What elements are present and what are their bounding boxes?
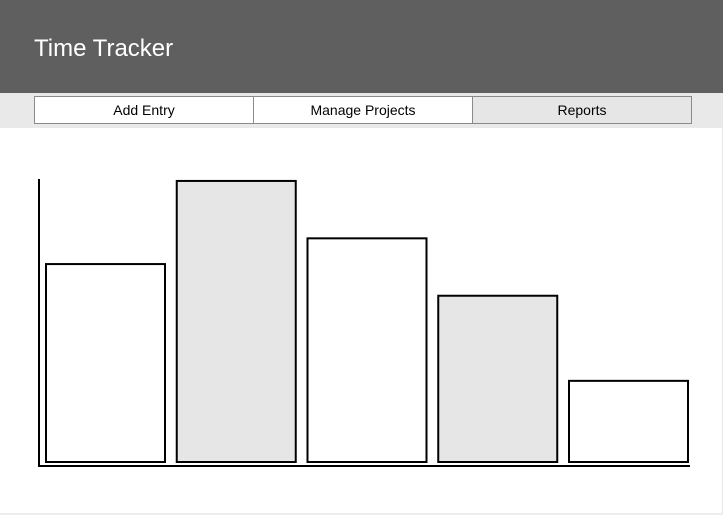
hours-bar-chart [38, 179, 690, 467]
chart-bar-1 [45, 263, 166, 463]
chart-bar-4 [437, 294, 559, 464]
chart-bar-2 [175, 179, 297, 463]
chart-bar-5 [568, 379, 689, 463]
chart-bar-3 [306, 237, 428, 463]
time-tracker-app: Time Tracker Add Entry Manage Projects R… [0, 0, 723, 515]
